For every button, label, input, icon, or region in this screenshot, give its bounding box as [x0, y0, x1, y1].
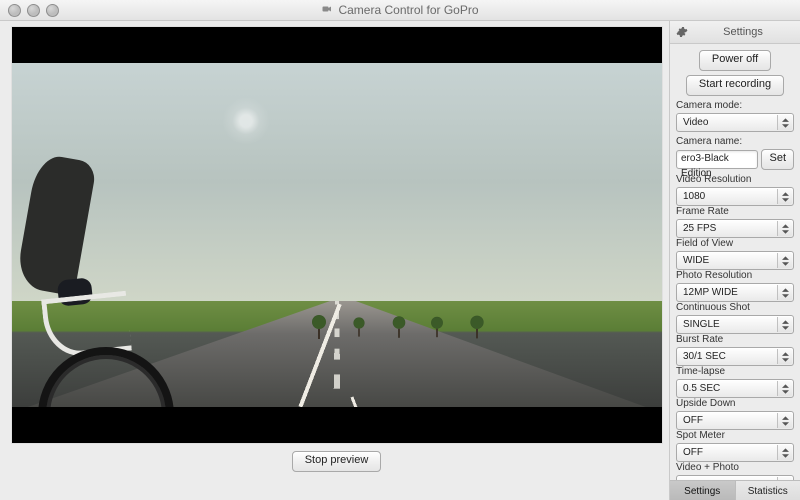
setting-value: 12MP WIDE: [683, 287, 738, 298]
select-arrows-icon: [777, 445, 792, 460]
camera-mode-value: Video: [683, 117, 708, 128]
camera-mode-select[interactable]: Video: [676, 113, 794, 132]
setting-label: Burst Rate: [676, 334, 794, 345]
panel-tabs: Settings Statistics: [670, 480, 800, 500]
select-arrows-icon: [777, 253, 792, 268]
select-arrows-icon: [777, 285, 792, 300]
window-title: Camera Control for GoPro: [0, 3, 800, 18]
setting-row: Spot Meter OFF: [676, 430, 794, 462]
select-arrows-icon: [777, 221, 792, 236]
setting-select[interactable]: OFF: [676, 411, 794, 430]
setting-select[interactable]: SINGLE: [676, 315, 794, 334]
select-arrows-icon: [777, 349, 792, 364]
window-title-text: Camera Control for GoPro: [338, 3, 478, 17]
settings-panel-title: Settings: [692, 26, 794, 38]
setting-value: SINGLE: [683, 319, 720, 330]
camera-name-set-button[interactable]: Set: [761, 149, 794, 170]
tab-settings[interactable]: Settings: [670, 481, 736, 500]
setting-label: Time-lapse: [676, 366, 794, 377]
stop-preview-button[interactable]: Stop preview: [292, 451, 382, 472]
setting-row: Field of View WIDE: [676, 238, 794, 270]
select-arrows-icon: [777, 115, 792, 130]
camera-name-setting: Camera name: ero3-Black Edition Set: [676, 136, 794, 170]
select-arrows-icon: [777, 189, 792, 204]
setting-label: Spot Meter: [676, 430, 794, 441]
app-icon: [321, 3, 333, 18]
zoom-window-button[interactable]: [46, 4, 59, 17]
setting-row: Time-lapse 0.5 SEC: [676, 366, 794, 398]
setting-value: OFF: [683, 415, 703, 426]
setting-row: Continuous Shot SINGLE: [676, 302, 794, 334]
camera-preview: [12, 27, 662, 443]
setting-row: Upside Down OFF: [676, 398, 794, 430]
close-window-button[interactable]: [8, 4, 21, 17]
setting-label: Video + Photo: [676, 462, 794, 473]
setting-label: Frame Rate: [676, 206, 794, 217]
camera-name-input[interactable]: ero3-Black Edition: [676, 150, 758, 169]
camera-mode-setting: Camera mode: Video: [676, 100, 794, 132]
setting-select[interactable]: OFF: [676, 443, 794, 462]
camera-name-label: Camera name:: [676, 136, 794, 147]
start-recording-button[interactable]: Start recording: [686, 75, 784, 96]
setting-value: WIDE: [683, 255, 709, 266]
select-arrows-icon: [777, 413, 792, 428]
settings-panel: Settings Power off Start recording Camer…: [669, 21, 800, 500]
setting-value: 25 FPS: [683, 223, 716, 234]
setting-label: Field of View: [676, 238, 794, 249]
select-arrows-icon: [777, 317, 792, 332]
setting-select[interactable]: 30/1 SEC: [676, 347, 794, 366]
setting-value: 0.5 SEC: [683, 383, 720, 394]
settings-panel-header: Settings: [670, 21, 800, 44]
setting-row: Photo Resolution 12MP WIDE: [676, 270, 794, 302]
setting-value: 1080: [683, 191, 705, 202]
select-arrows-icon: [777, 381, 792, 396]
preview-pane: Stop preview: [0, 21, 669, 500]
tab-statistics[interactable]: Statistics: [736, 481, 800, 500]
setting-label: Photo Resolution: [676, 270, 794, 281]
gear-icon: [676, 26, 688, 38]
window-titlebar: Camera Control for GoPro: [0, 0, 800, 21]
setting-value: 30/1 SEC: [683, 351, 726, 362]
setting-row: Video Resolution 1080: [676, 174, 794, 206]
setting-label: Upside Down: [676, 398, 794, 409]
setting-select[interactable]: 1080: [676, 187, 794, 206]
setting-select[interactable]: 0.5 SEC: [676, 379, 794, 398]
setting-label: Continuous Shot: [676, 302, 794, 313]
setting-value: OFF: [683, 447, 703, 458]
camera-mode-label: Camera mode:: [676, 100, 794, 111]
setting-row: Frame Rate 25 FPS: [676, 206, 794, 238]
setting-select[interactable]: WIDE: [676, 251, 794, 270]
window-traffic-lights: [8, 4, 59, 17]
setting-select[interactable]: 25 FPS: [676, 219, 794, 238]
setting-select[interactable]: 12MP WIDE: [676, 283, 794, 302]
setting-label: Video Resolution: [676, 174, 794, 185]
setting-row: Burst Rate 30/1 SEC: [676, 334, 794, 366]
minimize-window-button[interactable]: [27, 4, 40, 17]
power-off-button[interactable]: Power off: [699, 50, 771, 71]
